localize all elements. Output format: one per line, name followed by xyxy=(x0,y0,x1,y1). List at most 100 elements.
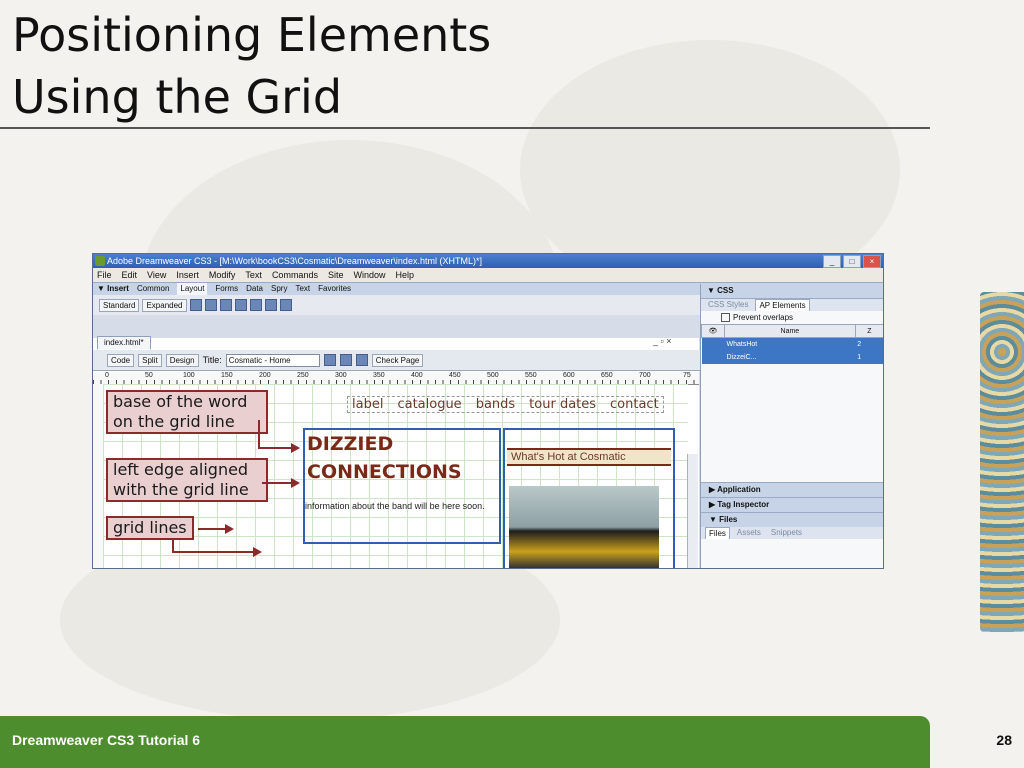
table-row[interactable]: DizzeiC... 1 xyxy=(701,351,883,365)
tab-files[interactable]: Files xyxy=(705,527,730,540)
column-name[interactable]: Name xyxy=(724,324,856,339)
css-panel-header[interactable]: ▼ CSS xyxy=(701,284,883,299)
minimize-icon[interactable]: _ xyxy=(823,255,841,268)
application-panel-header[interactable]: ▶ Application xyxy=(701,482,883,498)
menu-insert[interactable]: Insert xyxy=(176,268,199,282)
files-panel-header[interactable]: ▼ Files xyxy=(701,512,883,528)
ruler-tick: 250 xyxy=(297,372,309,379)
row-name: DizzeiC... xyxy=(724,351,856,365)
table-icon[interactable] xyxy=(189,299,202,311)
ruler-tick: 0 xyxy=(105,372,109,379)
draw-ap-div-icon[interactable] xyxy=(219,299,232,311)
nav-link-contact[interactable]: contact xyxy=(610,397,659,412)
slide-title-line1: Positioning Elements xyxy=(12,8,492,62)
tab-favorites[interactable]: Favorites xyxy=(318,283,351,295)
tab-common[interactable]: Common xyxy=(137,283,169,295)
callout-arrow xyxy=(198,524,234,534)
prevent-overlaps-label: Prevent overlaps xyxy=(733,313,794,322)
info-text: information about the band will be here … xyxy=(305,501,485,511)
app-icon xyxy=(95,256,105,266)
tab-assets[interactable]: Assets xyxy=(734,527,764,539)
row-z: 1 xyxy=(855,351,883,365)
window-title: Adobe Dreamweaver CS3 - [M:\Work\bookCS3… xyxy=(107,256,482,266)
column-z[interactable]: Z xyxy=(854,324,883,339)
checkbox-icon[interactable] xyxy=(721,313,730,323)
callout-connector xyxy=(258,420,260,448)
nav-link-label[interactable]: label xyxy=(352,397,383,412)
tab-spry[interactable]: Spry xyxy=(271,283,287,295)
document-tab[interactable]: index.html* xyxy=(97,336,151,349)
slide-title: Positioning Elements Using the Grid xyxy=(12,4,491,128)
dizzied-heading: DIZZIED CONNECTIONS xyxy=(307,430,462,486)
close-icon[interactable]: × xyxy=(863,255,881,268)
table-row[interactable]: WhatsHot 2 xyxy=(701,337,883,352)
tab-forms[interactable]: Forms xyxy=(215,283,238,295)
tab-layout[interactable]: Layout xyxy=(177,283,208,295)
right-panels: ▼ CSS CSS Styles AP Elements Prevent ove… xyxy=(700,284,883,568)
ap-list-space xyxy=(701,364,883,482)
nav-link-bands[interactable]: bands xyxy=(476,397,515,412)
document-controls[interactable]: _ ▫ × xyxy=(653,336,671,346)
menu-site[interactable]: Site xyxy=(328,268,344,282)
code-view-button[interactable]: Code xyxy=(107,353,135,367)
insert-div-icon[interactable] xyxy=(204,299,217,311)
split-view-button[interactable]: Split xyxy=(138,353,162,367)
document-scrollbar[interactable] xyxy=(687,454,698,568)
footer-text: Dreamweaver CS3 Tutorial 6 xyxy=(12,732,201,748)
expanded-button[interactable]: Expanded xyxy=(142,298,187,312)
callout-left-edge: left edge aligned with the grid line xyxy=(106,458,268,502)
ruler-tick: 700 xyxy=(639,372,651,379)
tab-css-styles[interactable]: CSS Styles xyxy=(705,299,751,311)
tab-ap-elements[interactable]: AP Elements xyxy=(755,299,810,311)
ruler-tick: 450 xyxy=(449,372,461,379)
ap-elements-table: 👁 Name Z WhatsHot 2 DizzeiC... 1 xyxy=(701,324,883,365)
menu-modify[interactable]: Modify xyxy=(209,268,236,282)
menu-help[interactable]: Help xyxy=(395,268,414,282)
refresh-icon[interactable] xyxy=(355,354,368,366)
title-input[interactable]: Cosmatic - Home xyxy=(225,353,320,367)
frames-icon[interactable] xyxy=(264,299,277,311)
page-number: 28 xyxy=(996,732,1012,748)
file-management-icon[interactable] xyxy=(323,354,336,366)
design-view-button[interactable]: Design xyxy=(165,353,199,367)
maximize-icon[interactable]: □ xyxy=(843,255,861,268)
ruler-tick: 100 xyxy=(183,372,195,379)
site-nav: label catalogue bands tour dates contact xyxy=(347,396,664,413)
menu-commands[interactable]: Commands xyxy=(272,268,318,282)
prevent-overlaps-checkbox[interactable]: Prevent overlaps xyxy=(701,311,883,324)
ruler-tick: 650 xyxy=(601,372,613,379)
whats-hot-image xyxy=(509,486,659,568)
ruler-tick: 50 xyxy=(145,372,153,379)
callout-base-of-word: base of the word on the grid line xyxy=(106,390,268,434)
menu-text[interactable]: Text xyxy=(245,268,262,282)
standard-button[interactable]: Standard xyxy=(99,298,140,312)
files-panel-tabs: Files Assets Snippets xyxy=(701,527,883,540)
menu-file[interactable]: File xyxy=(97,268,112,282)
document-toolbar: Code Split Design Title: Cosmatic - Home… xyxy=(93,350,713,371)
check-page-button[interactable]: Check Page xyxy=(371,353,424,367)
menu-view[interactable]: View xyxy=(147,268,166,282)
window-controls: _ □ × xyxy=(823,255,881,268)
tag-inspector-panel-header[interactable]: ▶ Tag Inspector xyxy=(701,497,883,513)
tab-snippets[interactable]: Snippets xyxy=(768,527,805,539)
ruler-tick: 350 xyxy=(373,372,385,379)
tab-text[interactable]: Text xyxy=(295,283,310,295)
decorative-pattern xyxy=(980,292,1024,632)
layout-cell-icon[interactable] xyxy=(249,299,262,311)
preview-icon[interactable] xyxy=(339,354,352,366)
css-panel-tabs: CSS Styles AP Elements xyxy=(701,299,883,311)
ruler-tick: 400 xyxy=(411,372,423,379)
menu-window[interactable]: Window xyxy=(353,268,385,282)
spry-menu-icon[interactable] xyxy=(279,299,292,311)
menu-bar: File Edit View Insert Modify Text Comman… xyxy=(93,268,883,282)
dizzied-line2: CONNECTIONS xyxy=(307,461,462,483)
insert-label[interactable]: ▼ Insert xyxy=(97,283,129,295)
eye-icon[interactable]: 👁 xyxy=(701,324,725,339)
tab-data[interactable]: Data xyxy=(246,283,263,295)
nav-link-tour-dates[interactable]: tour dates xyxy=(529,397,596,412)
menu-edit[interactable]: Edit xyxy=(122,268,138,282)
callout-grid-lines: grid lines xyxy=(106,516,194,540)
title-rule xyxy=(0,127,930,129)
nav-link-catalogue[interactable]: catalogue xyxy=(397,397,461,412)
layout-table-icon[interactable] xyxy=(234,299,247,311)
